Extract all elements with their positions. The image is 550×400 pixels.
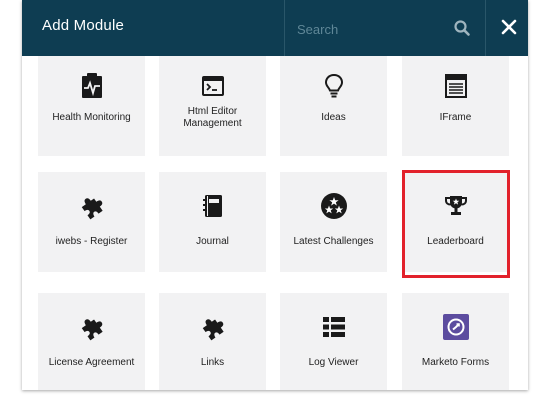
module-tile-license-agreement[interactable]: License Agreement [38, 293, 145, 390]
search-icon[interactable] [453, 19, 471, 37]
module-tile-log-viewer[interactable]: Log Viewer [280, 293, 387, 390]
marketo-icon [443, 314, 469, 340]
module-label: IFrame [439, 112, 472, 123]
module-tile-iwebs-register[interactable]: iwebs - Register [38, 172, 145, 272]
module-tile-leaderboard[interactable]: Leaderboard [402, 172, 509, 272]
stars-circle-icon [321, 193, 347, 219]
module-tile-journal[interactable]: Journal [159, 172, 266, 272]
module-label: iwebs - Register [55, 236, 128, 247]
module-tile-health-monitoring[interactable]: Health Monitoring [38, 56, 145, 156]
puzzle-piece-icon [81, 319, 103, 341]
module-grid: Health Monitoring Html Editor Management… [22, 56, 528, 390]
health-monitor-icon [82, 73, 102, 98]
module-label: Marketo Forms [421, 357, 490, 368]
module-tile-marketo-forms[interactable]: Marketo Forms [402, 293, 509, 390]
iframe-icon [445, 74, 467, 98]
dialog-header: Add Module [22, 0, 528, 56]
puzzle-piece-icon [202, 319, 224, 341]
trophy-icon [445, 196, 467, 215]
lightbulb-icon [324, 73, 344, 98]
module-label: Latest Challenges [293, 236, 374, 247]
module-label: Html Editor Management [183, 106, 242, 129]
module-label: Health Monitoring [52, 112, 131, 123]
module-tile-links[interactable]: Links [159, 293, 266, 390]
add-module-dialog: Add Module Health Monitoring [22, 0, 528, 390]
module-label: Journal [196, 236, 229, 247]
module-label: Links [200, 357, 225, 368]
module-tile-ideas[interactable]: Ideas [280, 56, 387, 156]
dialog-title: Add Module [42, 17, 125, 34]
search-input[interactable] [295, 18, 449, 40]
list-icon [323, 317, 345, 337]
module-label: Log Viewer [308, 357, 359, 368]
module-label: Ideas [321, 112, 346, 123]
module-tile-latest-challenges[interactable]: Latest Challenges [280, 172, 387, 272]
search-box [284, 0, 486, 56]
module-tile-iframe[interactable]: IFrame [402, 56, 509, 156]
close-button[interactable] [496, 14, 522, 40]
terminal-window-icon [202, 76, 224, 96]
journal-icon [203, 195, 222, 217]
module-label: Leaderboard [427, 236, 484, 247]
module-label: License Agreement [48, 357, 135, 368]
puzzle-piece-icon [81, 198, 103, 220]
module-tile-html-editor-management[interactable]: Html Editor Management [159, 56, 266, 156]
